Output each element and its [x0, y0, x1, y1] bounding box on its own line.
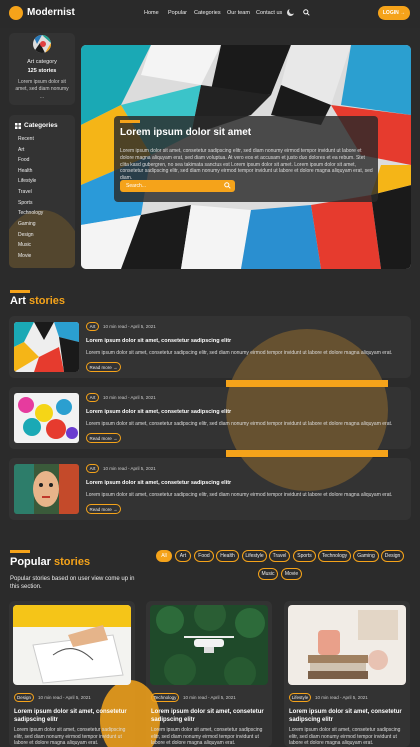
story-thumbnail[interactable]	[14, 393, 79, 443]
filter-design[interactable]: Design	[381, 550, 404, 562]
nav-popular[interactable]: Popular	[168, 10, 187, 16]
filter-movie[interactable]: Movie	[281, 568, 302, 580]
sidebar-item-technology[interactable]: Technology	[18, 210, 43, 216]
story-tag[interactable]: Art	[86, 322, 99, 331]
decorative-stripe	[226, 380, 388, 387]
moon-icon[interactable]	[287, 8, 295, 16]
sidebar-item-movie[interactable]: Movie	[18, 253, 31, 259]
accent-bar	[120, 120, 140, 123]
card-text: Lorem ipsum dolor sit amet, consetetur s…	[289, 727, 401, 746]
read-more-button[interactable]: Read more →	[86, 362, 121, 372]
card-text: Lorem ipsum dolor sit amet, consetetur s…	[14, 727, 126, 746]
story-tag[interactable]: Art	[86, 393, 99, 402]
filter-music[interactable]: Music	[258, 568, 278, 580]
popular-card-image[interactable]	[150, 605, 268, 685]
story-thumbnail[interactable]	[14, 464, 79, 514]
card-title[interactable]: Lorem ipsum dolor sit amet, consetetur s…	[151, 709, 269, 725]
sidebar-item-sports[interactable]: Sports	[18, 200, 32, 206]
card-tag[interactable]: Design	[14, 693, 34, 702]
filter-technology[interactable]: Technology	[318, 550, 351, 562]
card-text: Lorem ipsum dolor sit amet, consetetur s…	[151, 727, 263, 746]
sidebar-item-recent[interactable]: Recent	[18, 136, 34, 142]
category-title: Art category	[27, 59, 57, 65]
sidebar-item-food[interactable]: Food	[18, 157, 29, 163]
logo-icon[interactable]	[9, 6, 23, 20]
popular-subtitle: Popular stories based on user view come …	[10, 576, 135, 591]
hero-title: Lorem ipsum dolor sit amet	[120, 127, 252, 138]
nav-home[interactable]: Home	[144, 10, 159, 16]
card-tag[interactable]: Lifestyle	[289, 693, 311, 702]
story-text: Lorem ipsum dolor sit amet, consetetur s…	[86, 421, 393, 427]
filter-food[interactable]: Food	[194, 550, 214, 562]
search-icon[interactable]	[303, 9, 310, 16]
filter-lifestyle[interactable]: Lifestyle	[242, 550, 267, 562]
brand-name[interactable]: Modernist	[27, 7, 75, 18]
decorative-blob	[9, 210, 75, 268]
decorative-stripe	[226, 450, 388, 457]
sidebar-item-design[interactable]: Design	[18, 232, 34, 238]
grid-icon	[15, 123, 21, 129]
section-title-popular: Popular stories	[10, 556, 91, 568]
story-meta: 10 min read - April 5, 2021	[103, 466, 156, 471]
sidebar-item-art[interactable]: Art	[18, 147, 24, 153]
categories-heading: Categories	[24, 122, 58, 129]
sidebar-item-travel[interactable]: Travel	[18, 189, 32, 195]
card-meta: 10 min read - April 5, 2021	[38, 695, 91, 700]
section-title-art: Art stories	[10, 295, 66, 307]
card-title[interactable]: Lorem ipsum dolor sit amet, consetetur s…	[289, 709, 407, 725]
login-button[interactable]: LOGIN →	[378, 6, 410, 20]
read-more-button[interactable]: Read more →	[86, 433, 121, 443]
story-meta: 10 min read - April 5, 2021	[103, 395, 156, 400]
card-meta: 10 min read - April 5, 2021	[315, 695, 368, 700]
story-title[interactable]: Lorem ipsum dolor sit amet, consetetur s…	[86, 338, 231, 344]
story-tag[interactable]: Art	[86, 464, 99, 473]
nav-contact[interactable]: Contact us	[256, 10, 282, 16]
filter-art[interactable]: Art	[175, 550, 191, 562]
hero-search-placeholder: Search...	[126, 183, 147, 189]
accent-bar	[10, 290, 30, 293]
filter-sports[interactable]: Sports	[293, 550, 316, 562]
story-meta: 10 min read - April 5, 2021	[103, 324, 156, 329]
story-text: Lorem ipsum dolor sit amet, consetetur s…	[86, 492, 393, 498]
filter-gaming[interactable]: Gaming	[353, 550, 379, 562]
filter-travel[interactable]: Travel	[269, 550, 290, 562]
category-description: Lorem ipsum dolor sit amet, sed diam non…	[15, 79, 69, 100]
popular-card-image[interactable]	[13, 605, 131, 685]
category-avatar	[33, 35, 51, 53]
story-thumbnail[interactable]	[14, 322, 79, 372]
story-text: Lorem ipsum dolor sit amet, consetetur s…	[86, 350, 393, 356]
sidebar-item-health[interactable]: Health	[18, 168, 32, 174]
search-icon[interactable]	[224, 182, 231, 189]
nav-our-team[interactable]: Our team	[227, 10, 250, 16]
sidebar-item-music[interactable]: Music	[18, 242, 31, 248]
card-tag[interactable]: Technology	[151, 693, 179, 702]
category-count: 125 stories	[27, 68, 57, 74]
read-more-button[interactable]: Read more →	[86, 504, 121, 514]
sidebar-item-lifestyle[interactable]: Lifestyle	[18, 178, 36, 184]
filter-all[interactable]: All	[156, 550, 172, 562]
card-title[interactable]: Lorem ipsum dolor sit amet, consetetur s…	[14, 709, 132, 725]
story-title[interactable]: Lorem ipsum dolor sit amet, consetetur s…	[86, 409, 231, 415]
hero-description: Lorem ipsum dolor sit amet, consetetur s…	[120, 148, 373, 181]
accent-bar	[10, 550, 30, 553]
story-title[interactable]: Lorem ipsum dolor sit amet, consetetur s…	[86, 480, 231, 486]
card-meta: 10 min read - April 5, 2021	[183, 695, 236, 700]
popular-card-image[interactable]	[288, 605, 406, 685]
filter-health[interactable]: Health	[216, 550, 239, 562]
nav-categories[interactable]: Categories	[194, 10, 221, 16]
sidebar-item-gaming[interactable]: Gaming	[18, 221, 36, 227]
